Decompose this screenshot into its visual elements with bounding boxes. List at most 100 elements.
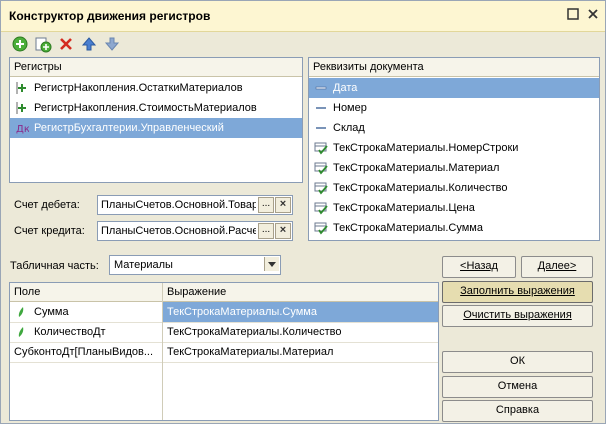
attribute-item[interactable]: ТекСтрокаМатериалы.Количество	[309, 178, 599, 198]
fill-expressions-label: Заполнить выражения	[460, 285, 575, 297]
attributes-header: Реквизиты документа	[309, 58, 599, 77]
debit-account-label: Счет дебета:	[14, 199, 80, 211]
attribute-item-label: Дата	[333, 82, 358, 94]
clear-expressions-label: Очистить выражения	[463, 309, 572, 321]
attribute-item[interactable]: ТекСтрокаМатериалы.Материал	[309, 158, 599, 178]
accounting-register-icon: Дк	[15, 121, 30, 135]
attribute-item-label: ТекСтрокаМатериалы.Цена	[333, 202, 475, 214]
attribute-item[interactable]: Склад	[309, 118, 599, 138]
tabular-part-label: Табличная часть:	[10, 260, 99, 272]
credit-account-clear-button[interactable]: ×	[275, 223, 291, 239]
attributes-header-label: Реквизиты документа	[313, 61, 424, 73]
table-attribute-icon	[314, 141, 328, 155]
attribute-icon	[314, 101, 328, 115]
attribute-item[interactable]: ТекСтрокаМатериалы.Цена	[309, 198, 599, 218]
table-cell-field-text: Сумма	[34, 306, 69, 318]
attribute-item-label: ТекСтрокаМатериалы.Материал	[333, 162, 500, 174]
ok-button[interactable]: ОК	[442, 351, 593, 373]
credit-account-field[interactable]: ПланыСчетов.Основной.Расчеты ... ×	[97, 221, 293, 241]
attribute-item-label: Номер	[333, 102, 367, 114]
table-row[interactable]: СубконтоДт[ПланыВидов... ТекСтрокаМатери…	[10, 342, 438, 363]
maximize-icon[interactable]	[565, 7, 581, 23]
attribute-icon	[314, 121, 328, 135]
next-button-label: Далее>	[537, 260, 577, 272]
column-header-field[interactable]: Поле	[10, 283, 163, 302]
register-item[interactable]: РегистрНакопления.ОстаткиМатериалов	[10, 78, 302, 98]
table-cell-expression[interactable]: ТекСтрокаМатериалы.Материал	[163, 342, 438, 362]
ok-button-label: ОК	[510, 355, 525, 367]
help-button[interactable]: Справка	[442, 400, 593, 422]
attribute-item-label: ТекСтрокаМатериалы.Количество	[333, 182, 508, 194]
move-up-icon[interactable]	[80, 35, 98, 53]
column-header-expression[interactable]: Выражение	[163, 283, 438, 302]
help-button-label: Справка	[495, 404, 540, 416]
back-button-label: <Назад	[460, 260, 498, 272]
attribute-item[interactable]: ТекСтрокаМатериалы.НомерСтроки	[309, 138, 599, 158]
tabular-part-select[interactable]: Материалы	[109, 255, 281, 275]
add-copy-icon[interactable]	[34, 35, 52, 53]
resource-icon	[17, 306, 25, 321]
delete-icon[interactable]	[57, 35, 75, 53]
debit-account-select-button[interactable]: ...	[258, 197, 274, 213]
register-item-label: РегистрНакопления.СтоимостьМатериалов	[34, 102, 257, 114]
toolbar	[1, 32, 605, 56]
register-item-label: РегистрБухгалтерии.Управленческий	[34, 122, 224, 134]
table-cell-field[interactable]: СубконтоДт[ПланыВидов...	[10, 342, 162, 362]
table-attribute-icon	[314, 221, 328, 235]
accumulation-register-icon	[15, 81, 29, 95]
debit-account-field[interactable]: ПланыСчетов.Основной.Товары ... ×	[97, 195, 293, 215]
table-attribute-icon	[314, 201, 328, 215]
attribute-item-label: ТекСтрокаМатериалы.НомерСтроки	[333, 142, 519, 154]
attribute-item[interactable]: Номер	[309, 98, 599, 118]
attribute-item-selected[interactable]: Дата	[309, 78, 599, 98]
window-title: Конструктор движения регистров	[9, 9, 211, 23]
register-movements-dialog: Конструктор движения регистров Регистры …	[0, 0, 606, 424]
column-divider	[162, 283, 163, 420]
table-cell-expression-text: ТекСтрокаМатериалы.Материал	[167, 346, 334, 358]
cancel-button-label: Отмена	[497, 380, 538, 392]
attribute-icon	[314, 81, 328, 95]
resource-icon	[17, 326, 25, 341]
chevron-down-icon[interactable]	[264, 257, 279, 271]
credit-account-label: Счет кредита:	[14, 225, 85, 237]
table-attribute-icon	[314, 161, 328, 175]
credit-account-select-button[interactable]: ...	[258, 223, 274, 239]
credit-account-value: ПланыСчетов.Основной.Расчеты	[101, 225, 256, 237]
fill-expressions-button[interactable]: Заполнить выражения	[442, 281, 593, 303]
table-row[interactable]: Сумма ТекСтрокаМатериалы.Сумма	[10, 302, 438, 323]
table-cell-expression[interactable]: ТекСтрокаМатериалы.Сумма	[163, 302, 438, 322]
accumulation-register-icon	[15, 101, 29, 115]
table-cell-field-text: СубконтоДт[ПланыВидов...	[14, 346, 154, 358]
register-item[interactable]: РегистрНакопления.СтоимостьМатериалов	[10, 98, 302, 118]
registers-header-label: Регистры	[14, 61, 62, 73]
debit-account-clear-button[interactable]: ×	[275, 197, 291, 213]
back-button[interactable]: <Назад	[442, 256, 516, 278]
registers-header: Регистры	[10, 58, 302, 77]
clear-expressions-button[interactable]: Очистить выражения	[442, 305, 593, 327]
attribute-item-label: Склад	[333, 122, 365, 134]
cancel-button[interactable]: Отмена	[442, 376, 593, 398]
registers-panel: Регистры РегистрНакопления.ОстаткиМатери…	[9, 57, 303, 183]
table-cell-expression-text: ТекСтрокаМатериалы.Количество	[167, 326, 342, 338]
debit-account-value: ПланыСчетов.Основной.Товары	[101, 199, 256, 211]
table-cell-field-text: КоличествоДт	[34, 326, 106, 338]
close-icon[interactable]	[585, 7, 601, 23]
register-item-label: РегистрНакопления.ОстаткиМатериалов	[34, 82, 243, 94]
register-item-selected[interactable]: Дк РегистрБухгалтерии.Управленческий	[10, 118, 302, 138]
table-cell-expression[interactable]: ТекСтрокаМатериалы.Количество	[163, 322, 438, 342]
table-row[interactable]: КоличествоДт ТекСтрокаМатериалы.Количест…	[10, 322, 438, 343]
next-button[interactable]: Далее>	[521, 256, 593, 278]
column-header-field-label: Поле	[14, 286, 41, 298]
table-attribute-icon	[314, 181, 328, 195]
tabular-part-value: Материалы	[114, 259, 173, 271]
attribute-item-label: ТекСтрокаМатериалы.Сумма	[333, 222, 483, 234]
add-icon[interactable]	[11, 35, 29, 53]
title-bar: Конструктор движения регистров	[1, 1, 605, 32]
column-header-expression-label: Выражение	[167, 286, 227, 298]
attribute-item[interactable]: ТекСтрокаМатериалы.Сумма	[309, 218, 599, 238]
table-cell-field[interactable]: КоличествоДт	[10, 322, 162, 342]
svg-text:Дк: Дк	[16, 124, 29, 135]
move-down-icon[interactable]	[103, 35, 121, 53]
table-cell-field[interactable]: Сумма	[10, 302, 162, 322]
field-expression-table: Поле Выражение Сумма ТекСтрокаМатериалы.…	[9, 282, 439, 421]
